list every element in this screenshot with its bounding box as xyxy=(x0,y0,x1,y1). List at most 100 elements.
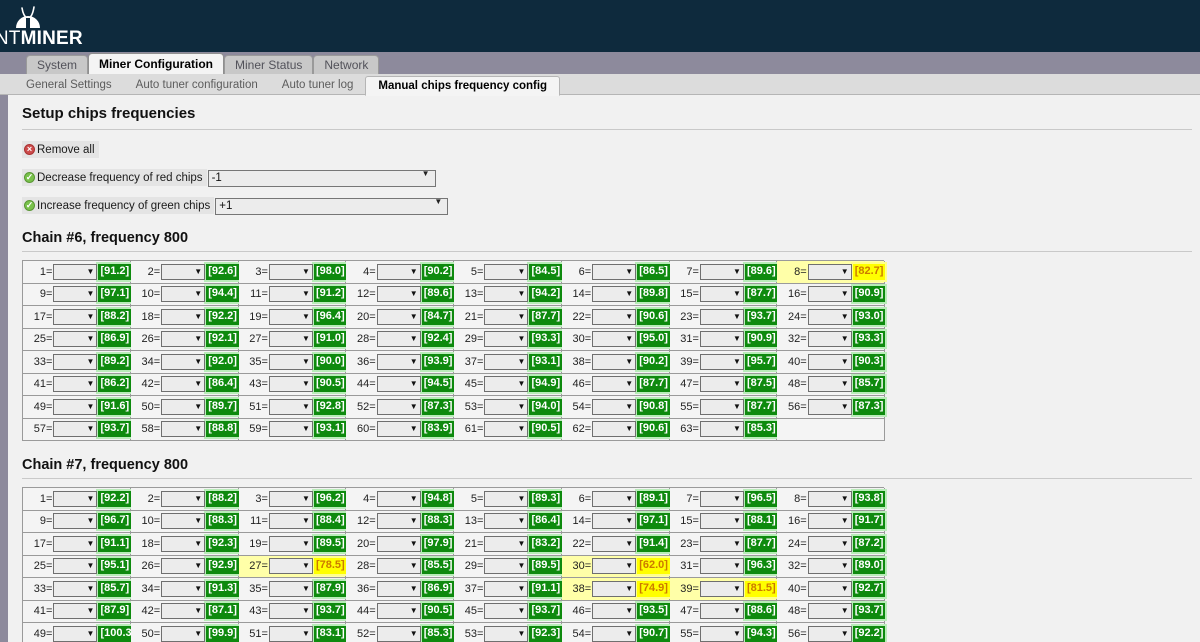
chip-frequency-select[interactable]: ▼ xyxy=(484,490,529,507)
chip-frequency-select[interactable]: ▼ xyxy=(268,353,313,370)
chip-frequency-select[interactable]: ▼ xyxy=(699,625,744,642)
chip-frequency-select[interactable]: ▼ xyxy=(699,286,744,303)
chip-frequency-select[interactable]: ▼ xyxy=(161,603,206,620)
chip-frequency-select[interactable]: ▼ xyxy=(592,513,637,530)
chip-frequency-select[interactable]: ▼ xyxy=(592,376,637,393)
chip-frequency-select[interactable]: ▼ xyxy=(699,376,744,393)
chip-frequency-select[interactable]: ▼ xyxy=(592,603,637,620)
tab-network[interactable]: Network xyxy=(313,55,380,74)
chip-frequency-select[interactable]: ▼ xyxy=(268,263,313,280)
chip-frequency-select[interactable]: ▼ xyxy=(484,603,529,620)
chip-frequency-select[interactable]: ▼ xyxy=(53,376,98,393)
increase-green-button[interactable]: ✓ Increase frequency of green chips xyxy=(22,197,215,214)
decrease-red-select[interactable]: -1-2-3-4-5 xyxy=(207,169,436,187)
chip-frequency-select[interactable]: ▼ xyxy=(268,535,313,552)
chip-frequency-select[interactable]: ▼ xyxy=(161,421,206,438)
chip-frequency-select[interactable]: ▼ xyxy=(53,308,98,325)
chip-frequency-select[interactable]: ▼ xyxy=(592,398,637,415)
chip-frequency-select[interactable]: ▼ xyxy=(592,263,637,280)
chip-frequency-select[interactable]: ▼ xyxy=(807,263,852,280)
chip-frequency-select[interactable]: ▼ xyxy=(807,308,852,325)
chip-frequency-select[interactable]: ▼ xyxy=(592,490,637,507)
chip-frequency-select[interactable]: ▼ xyxy=(592,308,637,325)
chip-frequency-select[interactable]: ▼ xyxy=(161,263,206,280)
chip-frequency-select[interactable]: ▼ xyxy=(484,263,529,280)
chip-frequency-select[interactable]: ▼ xyxy=(376,376,421,393)
chip-frequency-select[interactable]: ▼ xyxy=(699,421,744,438)
chip-frequency-select[interactable]: ▼ xyxy=(268,421,313,438)
chip-frequency-select[interactable]: ▼ xyxy=(807,603,852,620)
chip-frequency-select[interactable]: ▼ xyxy=(592,558,637,575)
chip-frequency-select[interactable]: ▼ xyxy=(807,353,852,370)
chip-frequency-select[interactable]: ▼ xyxy=(699,398,744,415)
chip-frequency-select[interactable]: ▼ xyxy=(807,535,852,552)
chip-frequency-select[interactable]: ▼ xyxy=(484,286,529,303)
chip-frequency-select[interactable]: ▼ xyxy=(807,490,852,507)
chip-frequency-select[interactable]: ▼ xyxy=(53,421,98,438)
chip-frequency-select[interactable]: ▼ xyxy=(53,263,98,280)
chip-frequency-select[interactable]: ▼ xyxy=(699,603,744,620)
chip-frequency-select[interactable]: ▼ xyxy=(699,308,744,325)
chip-frequency-select[interactable]: ▼ xyxy=(484,513,529,530)
chip-frequency-select[interactable]: ▼ xyxy=(161,376,206,393)
chip-frequency-select[interactable]: ▼ xyxy=(268,286,313,303)
remove-all-button[interactable]: × Remove all xyxy=(22,141,99,158)
chip-frequency-select[interactable]: ▼ xyxy=(53,513,98,530)
chip-frequency-select[interactable]: ▼ xyxy=(161,398,206,415)
chip-frequency-select[interactable]: ▼ xyxy=(376,263,421,280)
chip-frequency-select[interactable]: ▼ xyxy=(699,580,744,597)
chip-frequency-select[interactable]: ▼ xyxy=(807,513,852,530)
chip-frequency-select[interactable]: ▼ xyxy=(807,286,852,303)
subtab-general-settings[interactable]: General Settings xyxy=(14,76,124,95)
chip-frequency-select[interactable]: ▼ xyxy=(699,558,744,575)
chip-frequency-select[interactable]: ▼ xyxy=(807,398,852,415)
chip-frequency-select[interactable]: ▼ xyxy=(376,286,421,303)
chip-frequency-select[interactable]: ▼ xyxy=(268,308,313,325)
chip-frequency-select[interactable]: ▼ xyxy=(53,535,98,552)
tab-miner-status[interactable]: Miner Status xyxy=(224,55,314,74)
chip-frequency-select[interactable]: ▼ xyxy=(161,625,206,642)
chip-frequency-select[interactable]: ▼ xyxy=(807,625,852,642)
chip-frequency-select[interactable]: ▼ xyxy=(268,513,313,530)
chip-frequency-select[interactable]: ▼ xyxy=(268,398,313,415)
subtab-auto-tuner-configuration[interactable]: Auto tuner configuration xyxy=(124,76,270,95)
tab-miner-configuration[interactable]: Miner Configuration xyxy=(88,53,225,74)
chip-frequency-select[interactable]: ▼ xyxy=(484,376,529,393)
tab-system[interactable]: System xyxy=(26,55,89,74)
chip-frequency-select[interactable]: ▼ xyxy=(268,558,313,575)
chip-frequency-select[interactable]: ▼ xyxy=(484,398,529,415)
chip-frequency-select[interactable]: ▼ xyxy=(53,558,98,575)
chip-frequency-select[interactable]: ▼ xyxy=(376,558,421,575)
subtab-auto-tuner-log[interactable]: Auto tuner log xyxy=(270,76,366,95)
chip-frequency-select[interactable]: ▼ xyxy=(376,535,421,552)
chip-frequency-select[interactable]: ▼ xyxy=(376,625,421,642)
chip-frequency-select[interactable]: ▼ xyxy=(592,421,637,438)
chip-frequency-select[interactable]: ▼ xyxy=(376,513,421,530)
chip-frequency-select[interactable]: ▼ xyxy=(592,625,637,642)
chip-frequency-select[interactable]: ▼ xyxy=(161,308,206,325)
chip-frequency-select[interactable]: ▼ xyxy=(53,580,98,597)
chip-frequency-select[interactable]: ▼ xyxy=(592,331,637,348)
chip-frequency-select[interactable]: ▼ xyxy=(376,398,421,415)
chip-frequency-select[interactable]: ▼ xyxy=(699,263,744,280)
chip-frequency-select[interactable]: ▼ xyxy=(699,535,744,552)
chip-frequency-select[interactable]: ▼ xyxy=(376,331,421,348)
chip-frequency-select[interactable]: ▼ xyxy=(161,535,206,552)
chip-frequency-select[interactable]: ▼ xyxy=(699,353,744,370)
chip-frequency-select[interactable]: ▼ xyxy=(268,490,313,507)
chip-frequency-select[interactable]: ▼ xyxy=(376,490,421,507)
chip-frequency-select[interactable]: ▼ xyxy=(268,603,313,620)
chip-frequency-select[interactable]: ▼ xyxy=(376,353,421,370)
chip-frequency-select[interactable]: ▼ xyxy=(161,286,206,303)
chip-frequency-select[interactable]: ▼ xyxy=(376,421,421,438)
chip-frequency-select[interactable]: ▼ xyxy=(268,580,313,597)
chip-frequency-select[interactable]: ▼ xyxy=(376,580,421,597)
chip-frequency-select[interactable]: ▼ xyxy=(268,331,313,348)
chip-frequency-select[interactable]: ▼ xyxy=(807,558,852,575)
subtab-manual-chips-frequency-config[interactable]: Manual chips frequency config xyxy=(365,76,561,96)
chip-frequency-select[interactable]: ▼ xyxy=(53,353,98,370)
chip-frequency-select[interactable]: ▼ xyxy=(161,490,206,507)
chip-frequency-select[interactable]: ▼ xyxy=(53,625,98,642)
chip-frequency-select[interactable]: ▼ xyxy=(484,421,529,438)
chip-frequency-select[interactable]: ▼ xyxy=(161,353,206,370)
